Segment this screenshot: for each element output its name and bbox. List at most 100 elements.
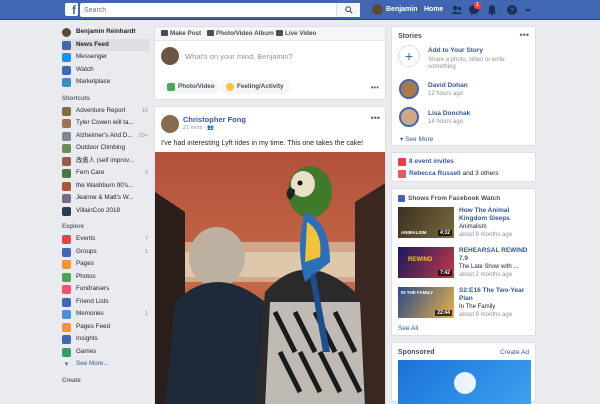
avatar xyxy=(161,47,179,65)
divider xyxy=(444,5,445,15)
sidebar-item-pages[interactable]: Pages xyxy=(62,258,150,271)
sidebar-item-icon xyxy=(62,119,71,128)
watch-title: Shows From Facebook Watch xyxy=(398,195,500,202)
sidebar-item-watch[interactable]: Watch xyxy=(62,64,150,77)
profile-name: Benjamin xyxy=(386,6,418,13)
video-title[interactable]: REHEARSAL REWIND 7.9 xyxy=(459,247,533,263)
sidebar-item-label: Marketplace xyxy=(76,78,111,85)
sidebar-item-icon xyxy=(62,78,71,87)
see-more-link[interactable]: ▾ See More... xyxy=(62,358,150,371)
add-story-plus-icon[interactable]: + xyxy=(398,45,420,67)
watch-item[interactable]: ANIMALISM 4:32 How The Animal Kingdom Sl… xyxy=(398,207,532,239)
search-button[interactable] xyxy=(336,3,360,17)
notifications-bell-icon[interactable] xyxy=(486,4,498,16)
sidebar-item-the-washburn-90-s[interactable]: the Washburn 90's... xyxy=(62,180,150,193)
sidebar-item-messenger[interactable]: Messenger xyxy=(62,51,150,64)
watch-see-all-link[interactable]: See All xyxy=(398,325,418,332)
facebook-logo-icon[interactable]: f xyxy=(65,3,78,16)
sidebar-item-label: Friend Lists xyxy=(76,297,109,305)
watch-item[interactable]: IN THE FAMILY 22:44 S2:E16 The Two-Year … xyxy=(398,287,532,319)
video-duration: 4:32 xyxy=(437,230,452,236)
sidebar-item-jeanne-matt-s-w[interactable]: Jeanne & Matt's W... xyxy=(62,192,150,205)
post-photo[interactable] xyxy=(155,152,385,404)
sidebar-item-groups[interactable]: Groups 1 xyxy=(62,246,150,259)
story-avatar[interactable] xyxy=(399,107,419,127)
video-title[interactable]: S2:E16 The Two-Year Plan xyxy=(459,287,533,303)
sidebar-item-icon xyxy=(62,260,71,269)
home-link[interactable]: Home xyxy=(424,4,443,16)
parrot-in-car-photo xyxy=(155,152,385,404)
create-ad-link[interactable]: Create Ad xyxy=(500,349,529,356)
sidebar-item-adventure-report[interactable]: Adventure Report 16 xyxy=(62,105,150,118)
sidebar-item-pages-feed[interactable]: Pages Feed xyxy=(62,321,150,334)
sidebar-item-icon xyxy=(62,322,71,332)
ad-image[interactable] xyxy=(398,360,531,404)
divider xyxy=(418,5,419,15)
tab-label: Live Video xyxy=(285,30,317,37)
ad-logo-icon xyxy=(454,372,476,394)
story-name[interactable]: David Dohan xyxy=(428,82,468,89)
sidebar-profile-link[interactable]: Benjamin Reinhardt xyxy=(62,26,150,39)
sidebar-item-label: Jeanne & Matt's W... xyxy=(76,194,134,201)
stories-options-button[interactable]: ••• xyxy=(520,30,529,40)
story-name[interactable]: Lisa Donchak xyxy=(428,110,470,117)
feeling-activity-button[interactable]: Feeling/Activity xyxy=(221,80,290,94)
sidebar-item-villaincon-2018[interactable]: VillainCon 2018 xyxy=(62,205,150,218)
watch-shows-panel: Shows From Facebook Watch ANIMALISM 4:32… xyxy=(391,188,536,336)
stories-see-more-link[interactable]: ▾ See More xyxy=(400,135,433,143)
pencil-icon xyxy=(161,30,168,37)
sidebar-item-fern-care[interactable]: Fern Care 3 xyxy=(62,167,150,180)
video-title[interactable]: How The Animal Kingdom Sleeps xyxy=(459,207,533,223)
sidebar-item-label: Watch xyxy=(76,65,94,73)
watch-item[interactable]: REWIND 7:42 REHEARSAL REWIND 7.9 The Lat… xyxy=(398,247,532,279)
sidebar-item-label: VillainCon 2018 xyxy=(76,206,120,214)
sidebar-item-icon xyxy=(62,297,71,307)
sidebar-item-label: Fern Care xyxy=(76,169,105,176)
add-to-story-link[interactable]: Add to Your Story xyxy=(428,47,483,54)
sidebar-item-self-improv[interactable]: 改善人 (self improv... xyxy=(62,155,150,168)
sidebar-item-marketplace[interactable]: Marketplace xyxy=(62,76,150,89)
tab-photo-video-album[interactable]: Photo/Video Album xyxy=(207,27,274,41)
avatar xyxy=(62,28,71,37)
event-invites-link[interactable]: 8 event invites xyxy=(398,158,454,166)
sidebar-item-fundraisers[interactable]: Fundraisers xyxy=(62,283,150,296)
sidebar-item-outdoor-climbing[interactable]: Outdoor Climbing xyxy=(62,142,150,155)
story-avatar[interactable] xyxy=(399,79,419,99)
sidebar-item-tyler-cowen-will-ta[interactable]: Tyler Cowen will ta... xyxy=(62,117,150,130)
sidebar-item-memories[interactable]: Memories 1 xyxy=(62,308,150,321)
sidebar-item-icon xyxy=(62,272,71,282)
calendar-icon xyxy=(398,158,406,166)
post-author-link[interactable]: Christopher Fong xyxy=(183,115,246,124)
sidebar-item-alzheimer-s-and-d[interactable]: Alzheimer's And D... 20+ xyxy=(62,130,150,143)
video-thumbnail: ANIMALISM 4:32 xyxy=(398,207,454,238)
account-menu-chevron-down-icon[interactable] xyxy=(522,4,534,16)
tab-label: Photo/Video Album xyxy=(216,30,274,37)
avatar[interactable] xyxy=(161,115,179,133)
post-timestamp[interactable]: 21 mins · 👥 xyxy=(183,125,214,131)
sidebar-item-label: Insights xyxy=(76,335,98,342)
sidebar-item-label: Games xyxy=(76,347,97,355)
thumbnail-label: REWIND xyxy=(408,257,433,263)
status-input[interactable]: What's on your mind, Benjamin? xyxy=(185,52,293,61)
search-input[interactable] xyxy=(80,3,360,17)
sidebar-item-events[interactable]: Events 7 xyxy=(62,233,150,246)
sidebar-item-insights[interactable]: Insights xyxy=(62,333,150,346)
smiley-icon xyxy=(226,83,234,91)
friends-audience-icon: 👥 xyxy=(207,125,215,131)
profile-link[interactable]: Benjamin xyxy=(372,4,418,16)
sidebar-item-count: 1 xyxy=(144,248,148,255)
sidebar-item-friend-lists[interactable]: Friend Lists xyxy=(62,296,150,309)
tab-make-post[interactable]: Make Post xyxy=(161,27,201,41)
friend-requests-icon[interactable] xyxy=(451,4,463,16)
photo-video-button[interactable]: Photo/Video xyxy=(162,80,221,94)
sidebar-item-photos[interactable]: Photos xyxy=(62,271,150,284)
tab-live-video[interactable]: Live Video xyxy=(276,27,316,41)
sidebar-item-news-feed[interactable]: News Feed xyxy=(62,38,150,51)
event-invites-label: 8 event invites xyxy=(409,158,454,165)
birthdays-link[interactable]: Rebecca Russell and 3 others xyxy=(398,170,499,178)
more-options-button[interactable]: ••• xyxy=(371,83,379,92)
sidebar-item-games[interactable]: Games xyxy=(62,346,150,359)
help-icon[interactable]: ? xyxy=(506,4,518,16)
post-options-button[interactable]: ••• xyxy=(371,113,380,123)
tab-label: Make Post xyxy=(170,30,202,37)
